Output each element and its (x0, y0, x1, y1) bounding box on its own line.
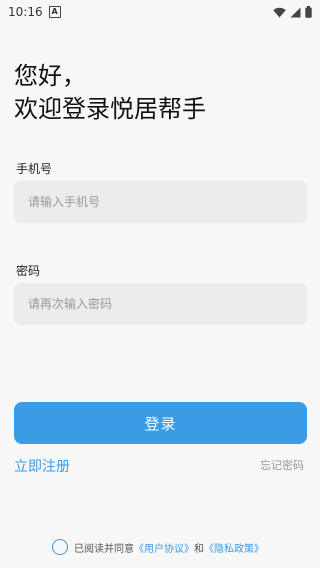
battery-icon (305, 6, 312, 18)
password-label: 密码 (16, 264, 41, 278)
register-link[interactable]: 立即注册 (14, 456, 70, 476)
wifi-icon (273, 7, 286, 17)
password-input[interactable] (14, 283, 307, 325)
user-agreement-link[interactable]: 《用户协议》 (134, 540, 194, 555)
agreement-row: 已阅读并同意 《用户协议》 和 《隐私政策》 (52, 539, 264, 555)
agreement-prefix-text: 已阅读并同意 (74, 543, 134, 555)
status-time: 10:16 (8, 5, 43, 19)
status-bar: 10:16 A (0, 0, 320, 24)
greeting-line-welcome: 欢迎登录悦居帮手 (14, 95, 206, 123)
greeting-line-hello: 您好， (14, 62, 86, 90)
agreement-checkbox[interactable] (52, 539, 68, 555)
phone-input[interactable] (14, 181, 307, 223)
privacy-policy-link[interactable]: 《隐私政策》 (204, 540, 264, 555)
status-left: 10:16 A (8, 5, 61, 19)
login-button[interactable]: 登录 (14, 402, 307, 444)
greeting-heading: 您好， 欢迎登录悦居帮手 (14, 60, 206, 126)
forgot-password-link[interactable]: 忘记密码 (260, 457, 304, 473)
app-notification-icon: A (48, 6, 61, 18)
signal-icon (290, 7, 301, 17)
status-icons (273, 6, 312, 18)
agreement-and-text: 和 (194, 543, 204, 555)
phone-label: 手机号 (16, 162, 53, 176)
